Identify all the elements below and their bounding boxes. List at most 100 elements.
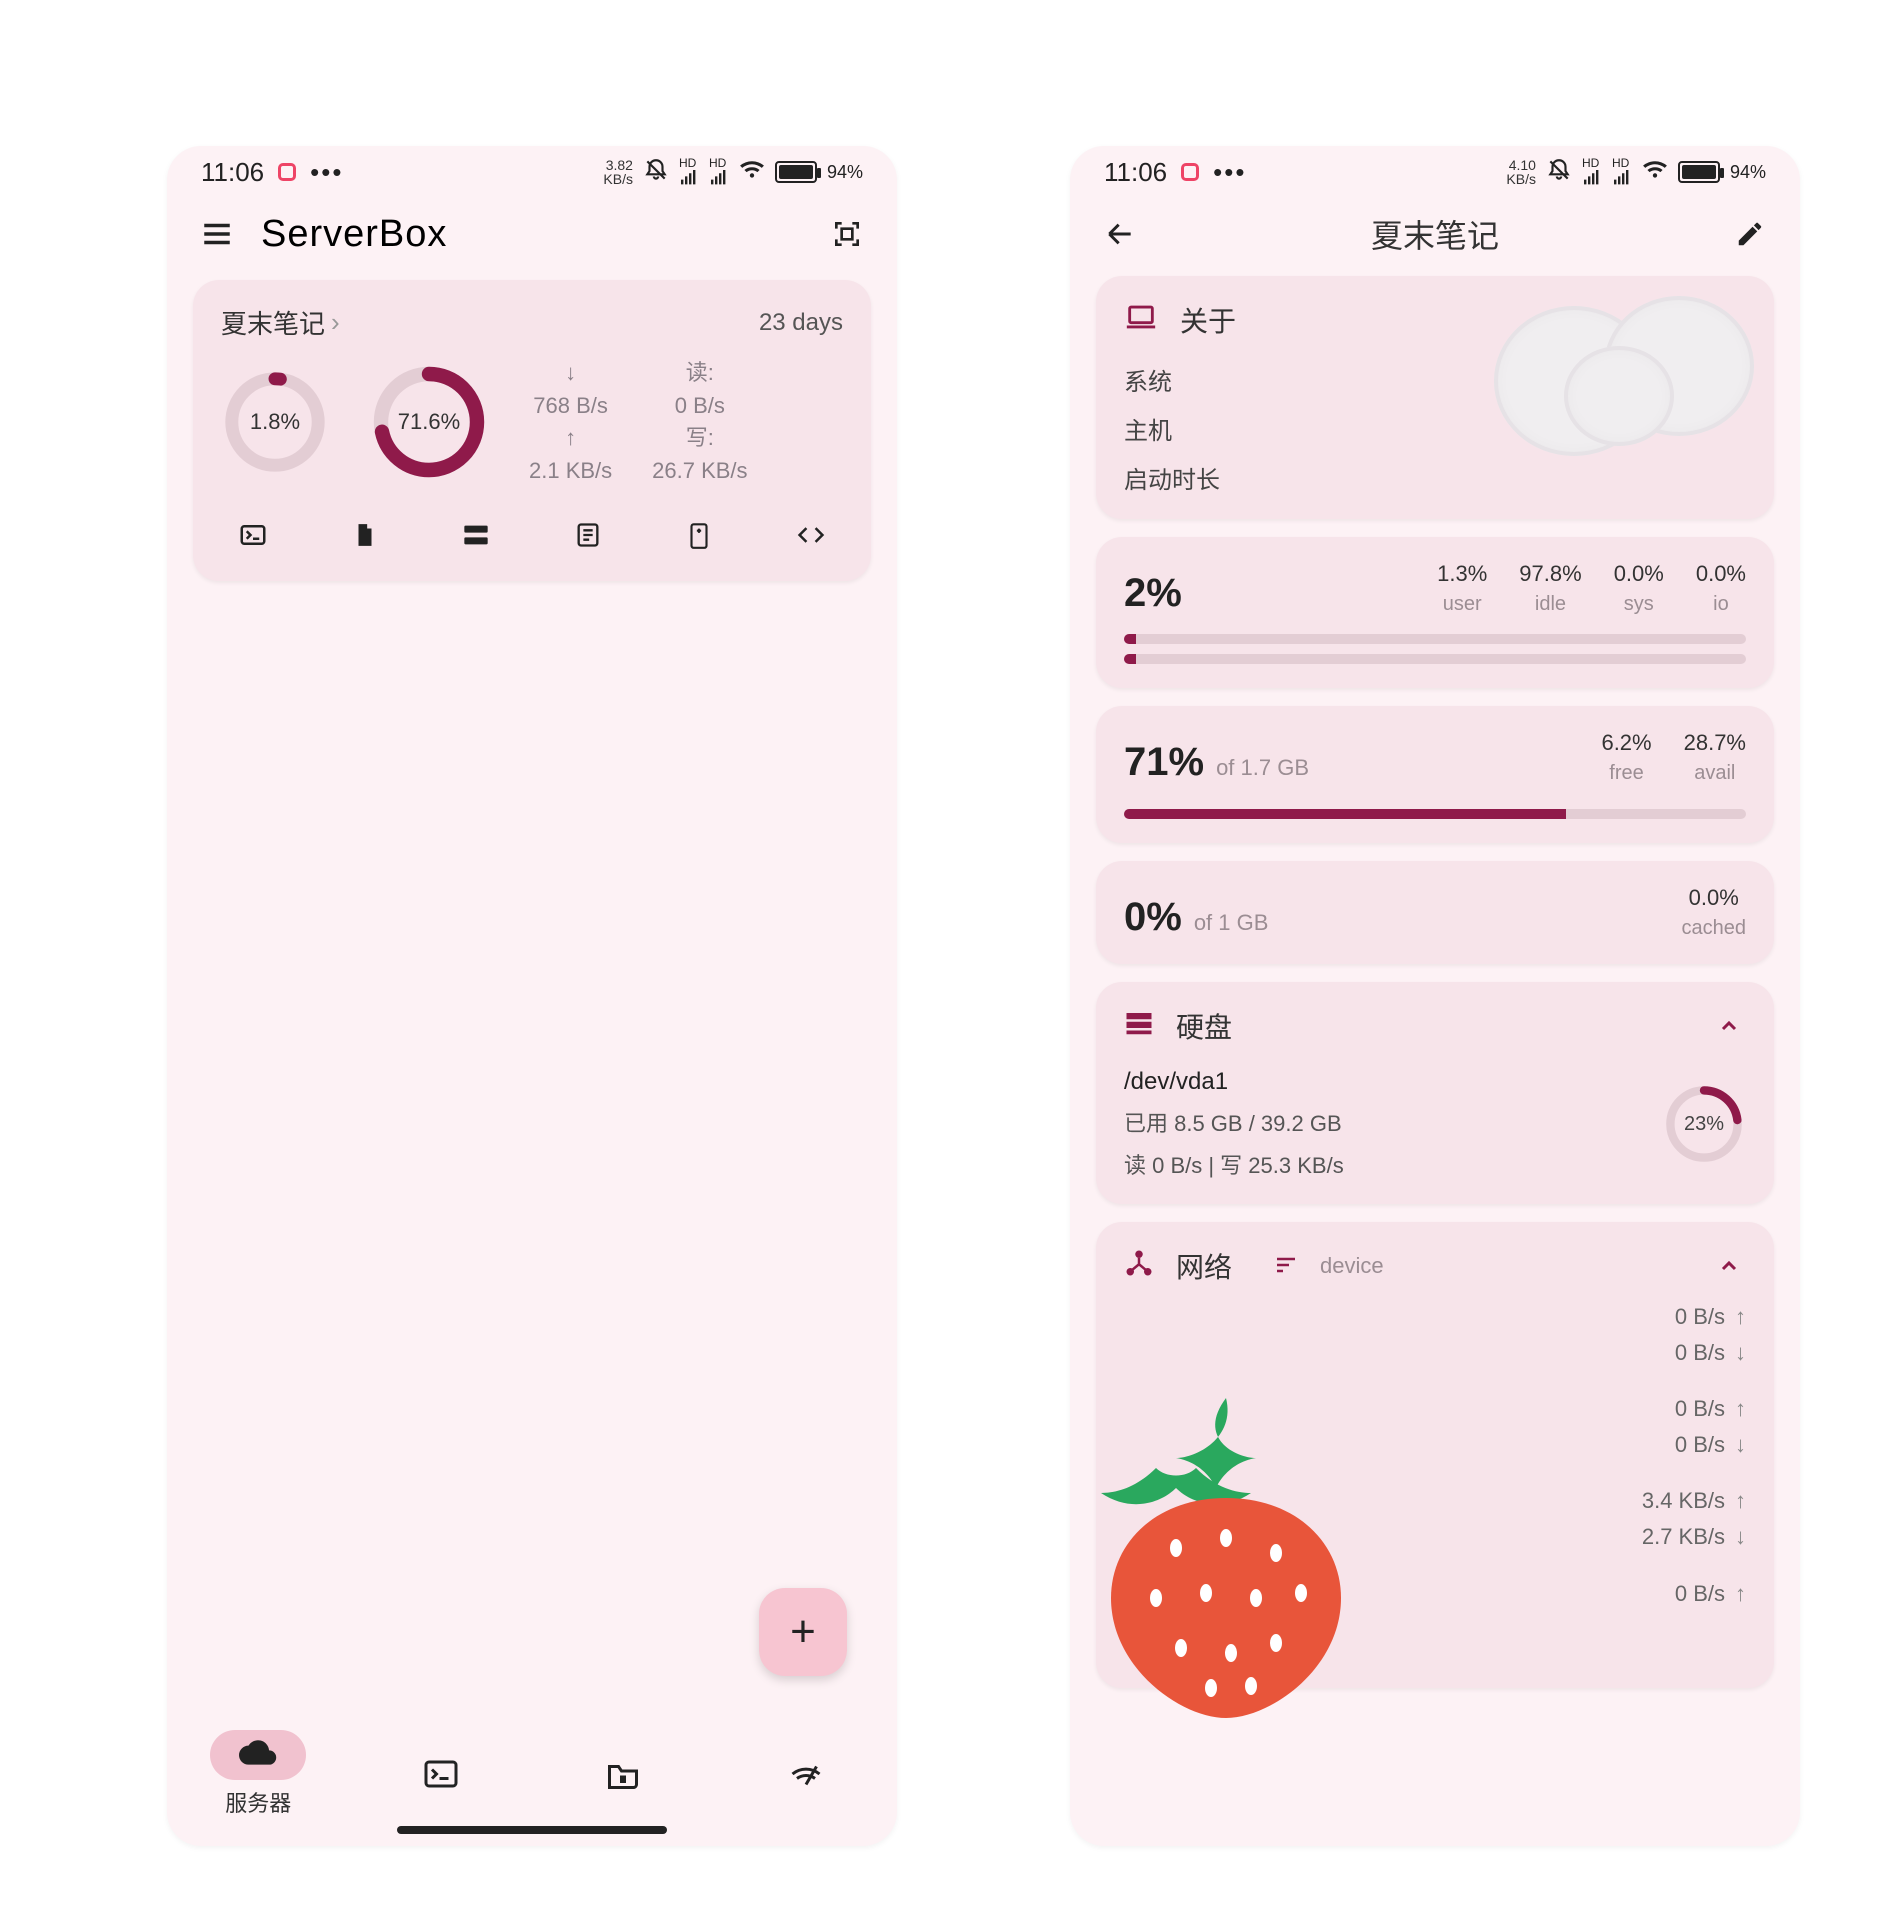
nav-ping[interactable] bbox=[758, 1749, 854, 1799]
cloud-overlay bbox=[1474, 286, 1764, 456]
about-uptime: 启动时长 bbox=[1124, 460, 1746, 495]
net1-down: 0 B/s bbox=[1675, 1432, 1725, 1458]
terminal-icon[interactable] bbox=[231, 513, 275, 557]
disk-write-label: 写: bbox=[686, 424, 714, 453]
file-icon[interactable] bbox=[343, 513, 387, 557]
wifi-icon bbox=[1642, 160, 1668, 185]
net-down-value: 768 B/s bbox=[533, 392, 608, 421]
signal-hd-icon: HD bbox=[1582, 156, 1602, 189]
mem-avail-l: avail bbox=[1684, 762, 1746, 785]
home-indicator[interactable] bbox=[397, 1826, 667, 1834]
cpu-user-l: user bbox=[1437, 593, 1487, 616]
cloud-icon bbox=[239, 1738, 277, 1772]
nav-files[interactable] bbox=[575, 1749, 671, 1799]
down-arrow-icon: ↓ bbox=[1735, 1432, 1746, 1458]
process-icon[interactable] bbox=[566, 513, 610, 557]
net3-label: dock bbox=[1124, 1580, 1175, 1608]
disk-read-label: 读: bbox=[686, 359, 714, 388]
code-icon[interactable] bbox=[789, 513, 833, 557]
mem-gauge-label: 71.6% bbox=[369, 362, 489, 482]
net-card[interactable]: 网络 device 0 B/s↑ 0 B/s↓ 0 B/s↑ 0 B/s↓ 3.… bbox=[1096, 1222, 1774, 1688]
battery-icon bbox=[1678, 161, 1720, 183]
server-name[interactable]: 夏末笔记 › bbox=[221, 304, 340, 341]
disk-write-value: 26.7 KB/s bbox=[652, 457, 747, 486]
signal-hd2-icon: HD bbox=[1612, 156, 1632, 189]
package-icon[interactable] bbox=[677, 513, 721, 557]
phone-right: 11:06 ••• 4.10KB/s HD HD 94% 夏末笔记 bbox=[1070, 146, 1800, 1846]
about-heading: 关于 bbox=[1180, 300, 1236, 340]
status-app-icon bbox=[278, 163, 296, 181]
net-filter[interactable]: device bbox=[1320, 1253, 1384, 1279]
disk-heading: 硬盘 bbox=[1176, 1006, 1232, 1046]
down-arrow-icon: ↓ bbox=[1735, 1340, 1746, 1366]
back-button[interactable] bbox=[1096, 210, 1144, 258]
dnd-icon bbox=[1546, 157, 1572, 188]
net-iface-0: 0 B/s↑ 0 B/s↓ bbox=[1124, 1304, 1746, 1366]
bottom-nav: 服务器 bbox=[167, 1702, 897, 1846]
disk-card[interactable]: 硬盘 /dev/vda1 已用 8.5 GB / 39.2 GB 读 0 B/s… bbox=[1096, 982, 1774, 1204]
status-bar: 11:06 ••• 3.82KB/s HD HD 94% bbox=[167, 146, 897, 198]
swap-of: of 1 GB bbox=[1194, 910, 1269, 935]
cpu-io-l: io bbox=[1696, 593, 1746, 616]
disk-gauge: 23% bbox=[1662, 1082, 1746, 1166]
chevron-right-icon: › bbox=[331, 307, 340, 338]
scan-icon[interactable] bbox=[823, 210, 871, 258]
disk-rw: 读 0 B/s | 写 25.3 KB/s bbox=[1124, 1148, 1344, 1180]
cpu-sys-v: 0.0% bbox=[1614, 561, 1664, 587]
swap-cached-l: cached bbox=[1682, 917, 1747, 940]
cpu-card[interactable]: 2% 1.3%user 97.8%idle 0.0%sys 0.0%io bbox=[1096, 537, 1774, 688]
dnd-icon bbox=[643, 157, 669, 188]
up-arrow-icon: ↑ bbox=[1735, 1488, 1746, 1514]
cpu-metrics: 1.3%user 97.8%idle 0.0%sys 0.0%io bbox=[1437, 561, 1746, 616]
server-stats: ↓ 768 B/s ↑ 2.1 KB/s 读: 0 B/s 写: 26.7 KB… bbox=[529, 359, 748, 485]
add-server-fab[interactable]: + bbox=[759, 1588, 847, 1676]
net2-down: 2.7 KB/s bbox=[1642, 1524, 1725, 1550]
nav-servers[interactable]: 服务器 bbox=[210, 1730, 306, 1818]
mem-metrics: 6.2%free 28.7%avail bbox=[1601, 730, 1746, 785]
laptop-icon bbox=[1124, 303, 1158, 338]
disk-read-value: 0 B/s bbox=[675, 392, 725, 421]
disk-used: 已用 8.5 GB / 39.2 GB bbox=[1124, 1106, 1344, 1138]
cpu-idle-l: idle bbox=[1519, 593, 1581, 616]
chevron-up-icon[interactable] bbox=[1712, 1009, 1746, 1043]
cpu-bar-core1 bbox=[1124, 654, 1746, 664]
swap-card[interactable]: 0%of 1 GB 0.0%cached bbox=[1096, 861, 1774, 964]
app-title: ServerBox bbox=[261, 213, 447, 256]
page-title: 夏末笔记 bbox=[1164, 211, 1706, 257]
cpu-idle-v: 97.8% bbox=[1519, 561, 1581, 587]
server-card[interactable]: 夏末笔记 › 23 days 1.8% bbox=[193, 280, 871, 581]
network-icon bbox=[1124, 1248, 1154, 1285]
edit-button[interactable] bbox=[1726, 210, 1774, 258]
nav-ssh[interactable] bbox=[393, 1749, 489, 1799]
storage-icon bbox=[1124, 1010, 1154, 1043]
net-iface-2: 3.4 KB/s↑ 2.7 KB/s↓ bbox=[1124, 1488, 1746, 1550]
menu-icon[interactable] bbox=[193, 210, 241, 258]
sort-icon[interactable] bbox=[1274, 1250, 1298, 1282]
net-heading: 网络 bbox=[1176, 1246, 1232, 1286]
container-icon[interactable] bbox=[454, 513, 498, 557]
battery-pct: 94% bbox=[827, 162, 863, 183]
down-arrow-icon: ↓ bbox=[565, 359, 576, 388]
server-name-text: 夏末笔记 bbox=[221, 304, 325, 341]
cpu-user-v: 1.3% bbox=[1437, 561, 1487, 587]
cpu-value: 2% bbox=[1124, 571, 1182, 615]
status-more-icon: ••• bbox=[310, 157, 343, 188]
net-iface-1: 0 B/s↑ 0 B/s↓ bbox=[1124, 1396, 1746, 1458]
net0-down: 0 B/s bbox=[1675, 1340, 1725, 1366]
about-card[interactable]: 关于 系统 主机 启动时长 bbox=[1096, 276, 1774, 519]
disk-path: /dev/vda1 bbox=[1124, 1068, 1344, 1096]
chevron-up-icon[interactable] bbox=[1712, 1249, 1746, 1283]
cpu-bar-core0 bbox=[1124, 634, 1746, 644]
signal-hd2-icon: HD bbox=[709, 156, 729, 189]
net-iface-3: dock 0 B/s↑ bbox=[1124, 1580, 1746, 1608]
mem-card[interactable]: 71%of 1.7 GB 6.2%free 28.7%avail bbox=[1096, 706, 1774, 843]
signal-hd-icon: HD bbox=[679, 156, 699, 189]
server-tools bbox=[221, 513, 843, 557]
up-arrow-icon: ↑ bbox=[1735, 1396, 1746, 1422]
cpu-io-v: 0.0% bbox=[1696, 561, 1746, 587]
battery-pct: 94% bbox=[1730, 162, 1766, 183]
battery-icon bbox=[775, 161, 817, 183]
mem-value: 71% bbox=[1124, 740, 1204, 784]
cpu-gauge: 1.8% bbox=[221, 368, 329, 476]
net0-up: 0 B/s bbox=[1675, 1304, 1725, 1330]
